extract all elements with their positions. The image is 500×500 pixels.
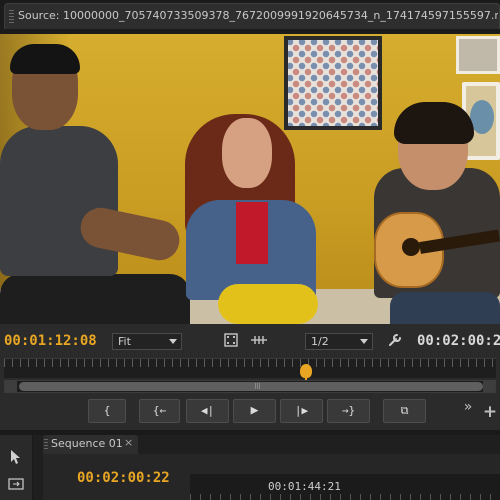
panel-tab-bar: Source: 10000000_705740733509378_7672009…: [0, 0, 500, 34]
timeline-ruler[interactable]: [190, 474, 500, 500]
chevron-down-icon: [169, 339, 177, 344]
close-icon[interactable]: ×: [124, 436, 133, 449]
tools-panel: [0, 435, 33, 500]
go-to-out-button[interactable]: →}: [327, 399, 370, 423]
video-preview: [0, 34, 500, 324]
sequence-tab-label: Sequence 01: [51, 437, 123, 450]
fit-dropdown[interactable]: Fit: [112, 333, 182, 350]
source-time-ruler[interactable]: [4, 358, 496, 378]
resolution-dropdown[interactable]: 1/2: [305, 333, 373, 350]
play-button[interactable]: ▶: [233, 399, 276, 423]
add-button-icon[interactable]: +: [481, 404, 499, 421]
wall-frame-small: [456, 36, 500, 74]
marker-icon[interactable]: [249, 333, 269, 352]
scroll-right-cap[interactable]: [483, 381, 495, 392]
go-to-in-button[interactable]: {←: [139, 399, 180, 423]
scroll-left-cap[interactable]: [5, 381, 17, 392]
zoom-scrollbar[interactable]: [4, 380, 496, 393]
source-tab-label: Source: 10000000_705740733509378_7672009…: [18, 9, 498, 22]
ruler-time-label: 00:01:44:21: [268, 480, 341, 493]
step-forward-button[interactable]: |▶: [280, 399, 323, 423]
more-icon[interactable]: »: [458, 399, 478, 415]
tab-grip-icon[interactable]: [9, 10, 14, 24]
mark-in-button[interactable]: {: [88, 399, 126, 423]
fit-dropdown-label: Fit: [118, 335, 131, 348]
track-select-tool-icon[interactable]: [8, 475, 24, 494]
scroll-thumb[interactable]: [19, 382, 483, 391]
resolution-dropdown-label: 1/2: [311, 335, 329, 348]
duration-timecode: 00:02:00:21: [417, 333, 500, 349]
step-back-button[interactable]: ◀|: [186, 399, 229, 423]
chevron-down-icon: [360, 339, 368, 344]
film-icon[interactable]: [222, 333, 240, 352]
person-left: [0, 126, 118, 276]
current-timecode[interactable]: 00:01:12:08: [4, 333, 97, 349]
premiere-window: Source: 10000000_705740733509378_7672009…: [0, 0, 500, 500]
wall-photo-frame: [284, 36, 382, 130]
tab-grip-icon[interactable]: [44, 439, 48, 451]
source-tab[interactable]: Source: 10000000_705740733509378_7672009…: [4, 3, 500, 29]
insert-button[interactable]: ⧉: [383, 399, 426, 423]
sequence-timecode[interactable]: 00:02:00:22: [77, 470, 170, 486]
selection-tool-icon[interactable]: [10, 449, 22, 469]
wrench-icon[interactable]: [386, 333, 404, 352]
